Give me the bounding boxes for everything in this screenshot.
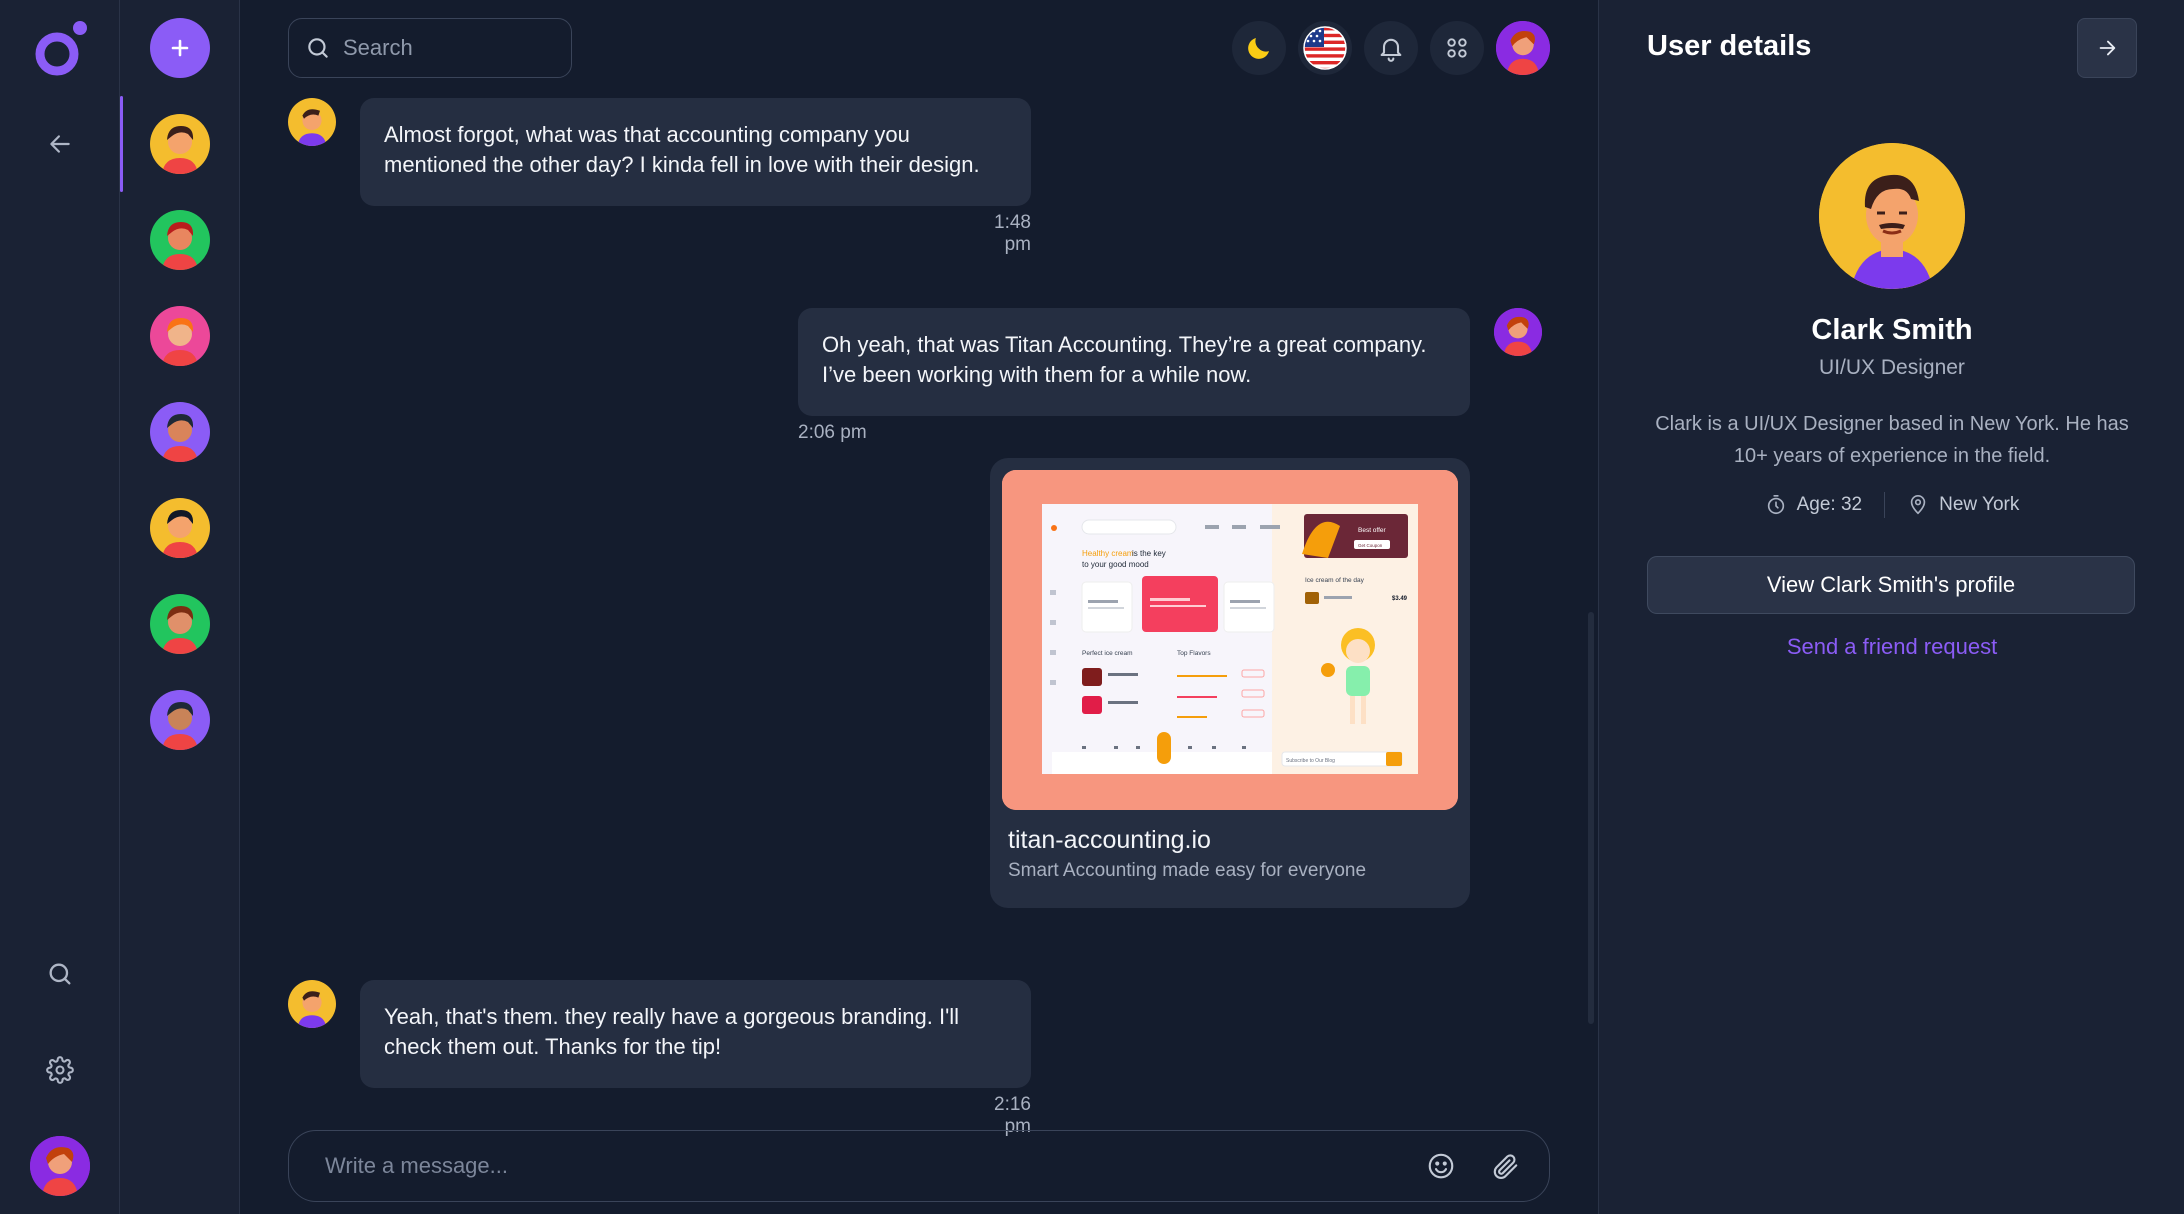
user-bio: Clark is a UI/UX Designer based in New Y…: [1655, 413, 2129, 467]
message-text: Oh yeah, that was Titan Accounting. They…: [822, 332, 1427, 357]
friend-request-link[interactable]: Send a friend request: [1599, 634, 2184, 660]
contact-avatar[interactable]: [150, 306, 210, 366]
emoji-icon: [1428, 1153, 1454, 1179]
preview-headline-rest: is the key: [1132, 549, 1166, 558]
user-role: UI/UX Designer: [1819, 356, 1965, 379]
plus-icon: [171, 39, 189, 57]
search-box[interactable]: [288, 18, 572, 78]
theme-toggle-button[interactable]: [1232, 21, 1286, 75]
emoji-button[interactable]: [1423, 1148, 1459, 1184]
link-description: Smart Accounting made easy for everyone: [1008, 860, 1367, 881]
back-button[interactable]: [40, 124, 80, 164]
user-name: Clark Smith: [1811, 314, 1973, 346]
contact-avatar[interactable]: [150, 498, 210, 558]
preview-subscribe: Subscribe to Our Blog: [1286, 758, 1335, 764]
user-details-panel: User details Clark Smith UI/UX Designer …: [1598, 0, 2184, 1214]
message-time: 1:48 pm: [994, 212, 1031, 255]
message-composer[interactable]: [288, 1130, 1550, 1202]
message-bubble: Oh yeah, that was Titan Accounting. They…: [798, 308, 1470, 416]
contact-avatar[interactable]: [150, 114, 210, 174]
nav-rail: [0, 0, 120, 1214]
gear-icon: [46, 1056, 74, 1084]
preview-headline-highlight: Healthy cream: [1082, 549, 1134, 558]
attach-button[interactable]: [1487, 1148, 1523, 1184]
user-age-text: Age: 32: [1796, 494, 1863, 515]
message-bubble: Yeah, that's them. they really have a go…: [360, 980, 1031, 1088]
link-preview-card[interactable]: Healthy cream is the key to your good mo…: [990, 458, 1470, 908]
contact-avatar[interactable]: [150, 402, 210, 462]
paperclip-icon: [1493, 1154, 1518, 1179]
moon-icon: [1248, 38, 1269, 59]
sender-avatar: [1494, 308, 1542, 356]
user-age: Age: 32: [1743, 494, 1885, 516]
language-button[interactable]: [1298, 21, 1352, 75]
contact-avatar[interactable]: [150, 594, 210, 654]
view-profile-button[interactable]: View Clark Smith's profile: [1647, 556, 2135, 614]
stopwatch-icon: [1767, 495, 1784, 515]
message-input[interactable]: [325, 1153, 1395, 1179]
user-avatar: [1819, 143, 1965, 289]
message-text: Almost forgot, what was that accounting …: [384, 122, 910, 147]
contact-avatar[interactable]: [150, 690, 210, 750]
new-chat-button[interactable]: [150, 18, 210, 78]
link-title[interactable]: titan-accounting.io: [1008, 826, 1211, 855]
link-preview-image: Healthy cream is the key to your good mo…: [1002, 470, 1458, 810]
preview-promo-title: Best offer: [1358, 527, 1387, 534]
panel-title: User details: [1647, 30, 1812, 62]
message-time: 2:06 pm: [798, 422, 867, 443]
preview-section-left: Perfect ice cream: [1082, 650, 1133, 657]
search-input[interactable]: [343, 35, 563, 61]
user-location: New York: [1885, 494, 2041, 516]
preview-promo-button: Get Coupon: [1358, 543, 1383, 548]
settings-button[interactable]: [40, 1050, 80, 1090]
search-icon: [49, 963, 71, 985]
user-meta: Age: 32 New York: [1599, 492, 2184, 518]
arrow-right-icon: [2099, 40, 2116, 56]
message-text: check them out. Thanks for the tip!: [384, 1034, 722, 1059]
close-panel-button[interactable]: [2077, 18, 2137, 78]
location-pin-icon: [1910, 495, 1926, 515]
message-text: Yeah, that's them. they really have a go…: [384, 1004, 960, 1029]
chat-area: Almost forgot, what was that accounting …: [240, 0, 1598, 1214]
profile-menu-avatar[interactable]: [1496, 21, 1550, 75]
notifications-button[interactable]: [1364, 21, 1418, 75]
sender-avatar: [288, 980, 336, 1028]
arrow-left-icon: [50, 135, 70, 153]
us-flag-icon: [1303, 26, 1347, 70]
search-button[interactable]: [40, 954, 80, 994]
active-contact-indicator: [120, 96, 123, 192]
search-icon: [308, 38, 328, 58]
preview-headline-line2: to your good mood: [1082, 560, 1149, 569]
sender-avatar: [288, 98, 336, 146]
message-bubble: Almost forgot, what was that accounting …: [360, 98, 1031, 206]
preview-section-right: Top Flavors: [1177, 650, 1211, 657]
preview-card-price: $3.49: [1392, 596, 1408, 602]
user-location-text: New York: [1939, 494, 2020, 515]
chat-scrollbar[interactable]: [1588, 612, 1594, 1024]
contact-avatar[interactable]: [150, 210, 210, 270]
apps-grid-icon: [1447, 38, 1467, 58]
message-text: mentioned the other day? I kinda fell in…: [384, 152, 980, 177]
contacts-list: [120, 0, 240, 1214]
preview-card-title: Ice cream of the day: [1305, 577, 1365, 584]
app-logo[interactable]: [30, 18, 92, 80]
message-text: I’ve been working with them for a while …: [822, 362, 1252, 387]
apps-button[interactable]: [1430, 21, 1484, 75]
current-user-avatar[interactable]: [30, 1136, 90, 1196]
bell-icon: [1380, 38, 1402, 62]
